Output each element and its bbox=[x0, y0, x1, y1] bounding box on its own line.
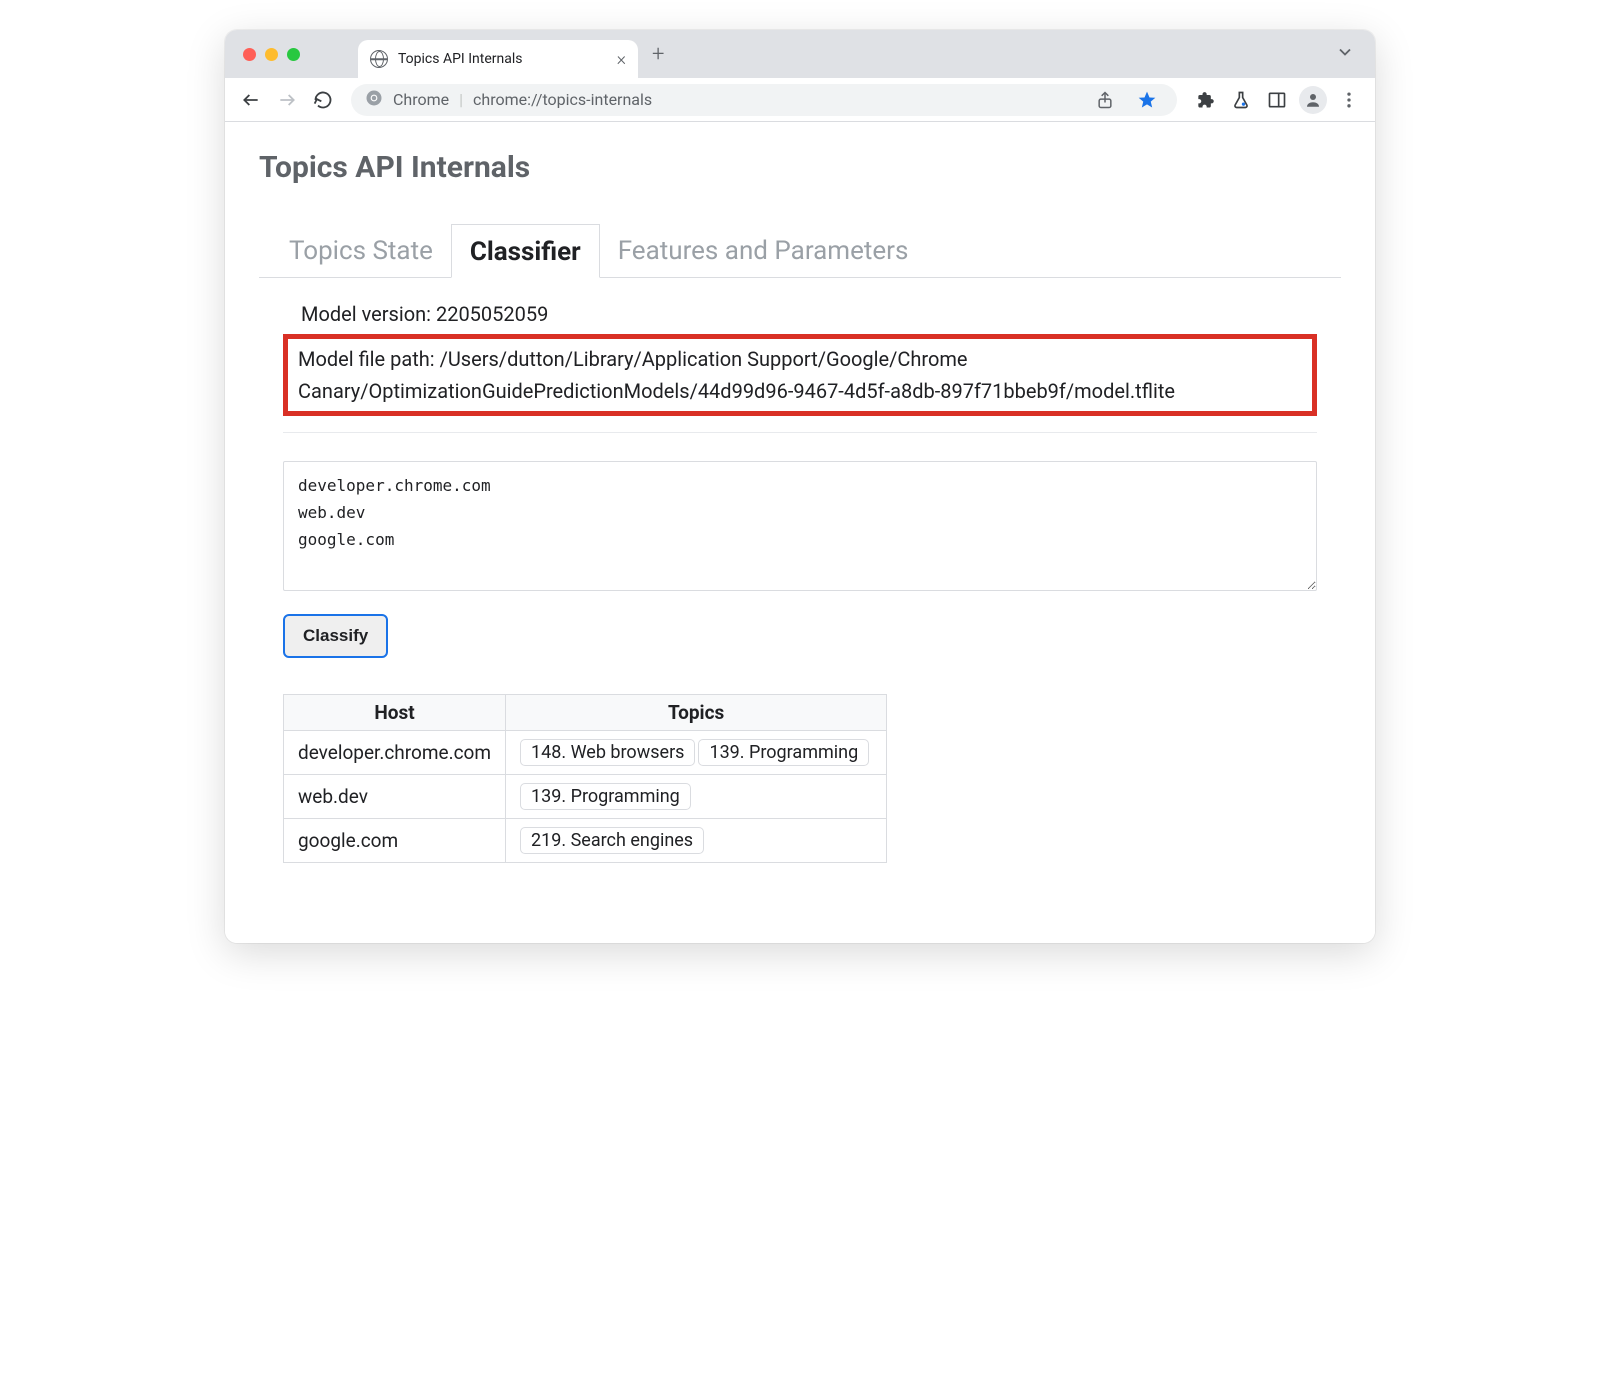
table-row: developer.chrome.com148. Web browsers139… bbox=[284, 731, 887, 775]
classifier-panel: Model version: 2205052059 Model file pat… bbox=[259, 278, 1341, 883]
topic-chip: 139. Programming bbox=[520, 783, 691, 810]
tabs-dropdown-icon[interactable] bbox=[1315, 42, 1375, 66]
browser-tab[interactable]: Topics API Internals × bbox=[358, 40, 638, 78]
page-content: Topics API Internals Topics State Classi… bbox=[225, 122, 1375, 943]
topic-chip: 148. Web browsers bbox=[520, 739, 695, 766]
table-cell-topics: 148. Web browsers139. Programming bbox=[506, 731, 887, 775]
hosts-input[interactable] bbox=[283, 461, 1317, 591]
tab-topics-state[interactable]: Topics State bbox=[271, 224, 451, 278]
address-bar[interactable]: Chrome | chrome://topics-internals bbox=[351, 84, 1177, 116]
omnibox-divider: | bbox=[459, 90, 463, 109]
topic-chip: 139. Programming bbox=[698, 739, 869, 766]
browser-window: Topics API Internals × + Chrome | chrome… bbox=[225, 30, 1375, 943]
content-panel: Topics State Classifier Features and Par… bbox=[259, 223, 1341, 883]
divider bbox=[283, 432, 1317, 433]
menu-icon[interactable] bbox=[1333, 84, 1365, 116]
tab-classifier[interactable]: Classifier bbox=[451, 224, 600, 278]
omnibox-scheme-label: Chrome bbox=[393, 90, 449, 109]
page-title: Topics API Internals bbox=[259, 150, 1341, 185]
globe-icon bbox=[370, 50, 388, 68]
chrome-icon bbox=[365, 89, 383, 111]
table-header-topics: Topics bbox=[506, 695, 887, 731]
table-row: google.com 219. Search engines bbox=[284, 819, 887, 863]
window-controls bbox=[225, 48, 318, 61]
tab-features-parameters[interactable]: Features and Parameters bbox=[600, 224, 927, 278]
model-file-path-highlight: Model file path: /Users/dutton/Library/A… bbox=[283, 334, 1317, 416]
table-row: web.dev 139. Programming bbox=[284, 775, 887, 819]
table-header-host: Host bbox=[284, 695, 506, 731]
back-button[interactable] bbox=[235, 84, 267, 116]
extensions-icon[interactable] bbox=[1189, 84, 1221, 116]
omnibox-url: chrome://topics-internals bbox=[473, 90, 652, 109]
close-tab-icon[interactable]: × bbox=[617, 49, 626, 70]
tab-title: Topics API Internals bbox=[398, 51, 607, 67]
tab-strip: Topics API Internals × + bbox=[225, 30, 1375, 78]
table-cell-host: developer.chrome.com bbox=[284, 731, 506, 775]
topic-chip: 219. Search engines bbox=[520, 827, 704, 854]
forward-button[interactable] bbox=[271, 84, 303, 116]
reload-button[interactable] bbox=[307, 84, 339, 116]
close-window-button[interactable] bbox=[243, 48, 256, 61]
table-cell-topics: 139. Programming bbox=[506, 775, 887, 819]
table-cell-host: web.dev bbox=[284, 775, 506, 819]
classify-button[interactable]: Classify bbox=[283, 614, 388, 658]
page-tabs: Topics State Classifier Features and Par… bbox=[259, 223, 1341, 278]
side-panel-icon[interactable] bbox=[1261, 84, 1293, 116]
browser-toolbar: Chrome | chrome://topics-internals bbox=[225, 78, 1375, 122]
profile-avatar[interactable] bbox=[1297, 84, 1329, 116]
results-table: Host Topics developer.chrome.com148. Web… bbox=[283, 694, 887, 863]
new-tab-button[interactable]: + bbox=[638, 42, 678, 67]
share-icon[interactable] bbox=[1089, 84, 1121, 116]
bookmark-star-icon[interactable] bbox=[1131, 84, 1163, 116]
minimize-window-button[interactable] bbox=[265, 48, 278, 61]
labs-icon[interactable] bbox=[1225, 84, 1257, 116]
table-cell-host: google.com bbox=[284, 819, 506, 863]
table-cell-topics: 219. Search engines bbox=[506, 819, 887, 863]
maximize-window-button[interactable] bbox=[287, 48, 300, 61]
model-version-text: Model version: 2205052059 bbox=[283, 298, 1317, 330]
